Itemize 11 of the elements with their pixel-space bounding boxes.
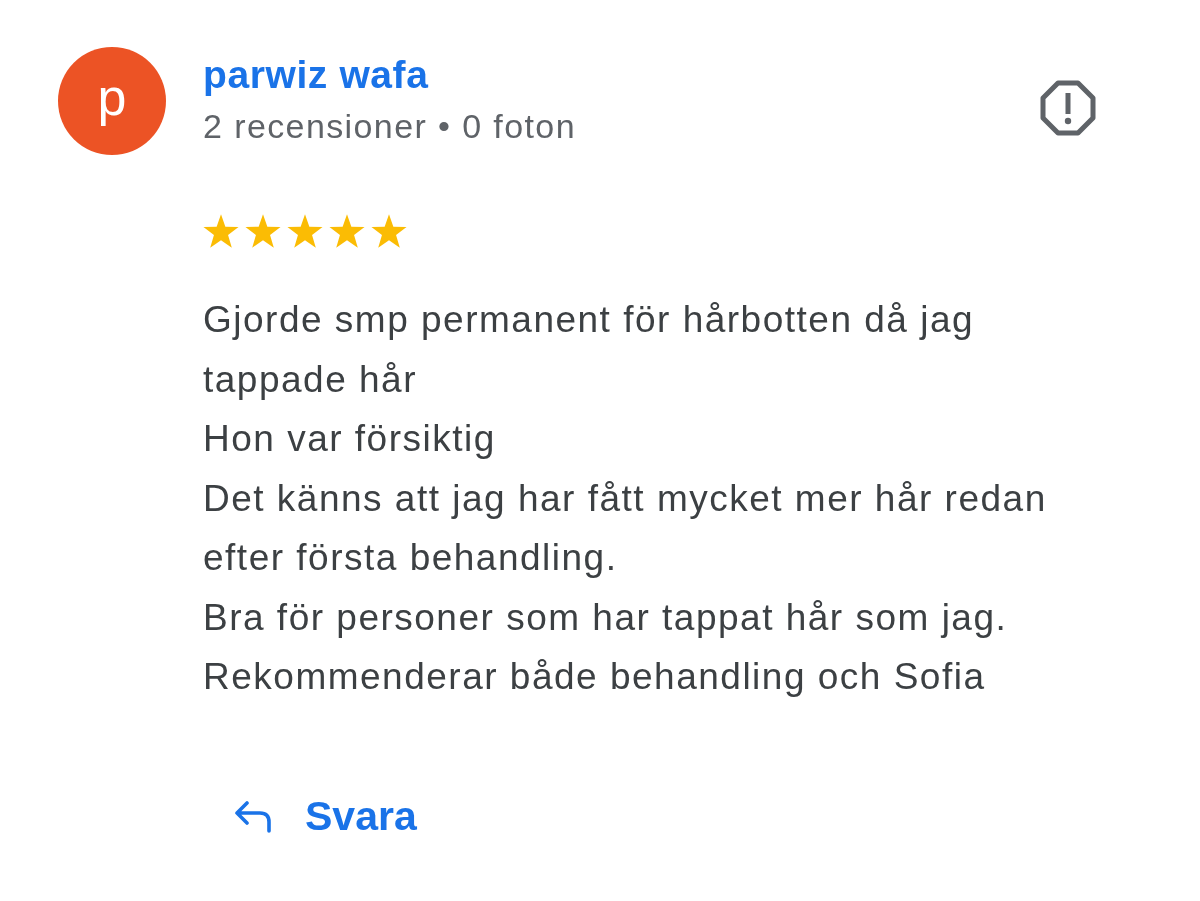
star-icon bbox=[203, 214, 239, 249]
star-icon bbox=[245, 214, 281, 249]
reviewer-stats: 2 recensioner • 0 foton bbox=[203, 106, 576, 146]
report-icon[interactable] bbox=[1040, 80, 1096, 136]
reply-button[interactable]: Svara bbox=[221, 784, 429, 847]
star-icon bbox=[287, 214, 323, 249]
star-icon bbox=[371, 214, 407, 249]
star-icon bbox=[329, 214, 365, 249]
reviewer-name-link[interactable]: parwiz wafa bbox=[203, 53, 429, 97]
avatar-letter: p bbox=[97, 68, 127, 126]
review-text: Gjorde smp permanent för hårbotten då jag tappade hår Hon var försiktig Det känns att jag har fått mycket mer hår redan efter första behandling. Bra för personer som har tappat hår som jag. Rekommenderar både behandling och Sofia bbox=[203, 298, 1048, 699]
